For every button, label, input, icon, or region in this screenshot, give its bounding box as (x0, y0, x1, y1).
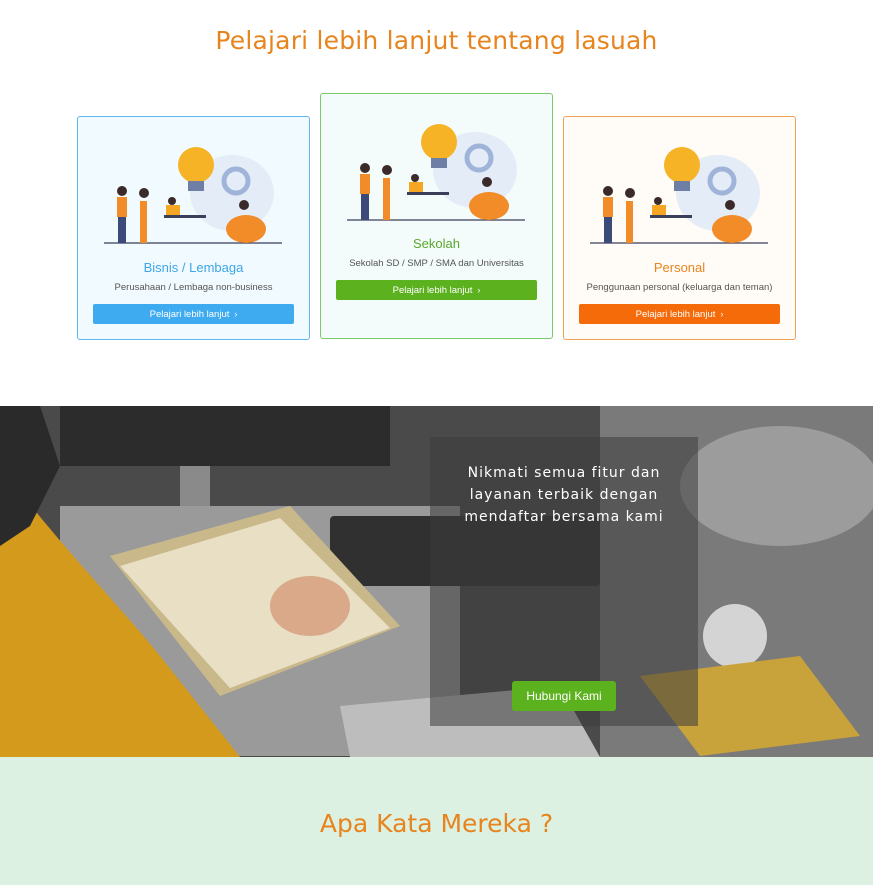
learn-more-button[interactable]: Pelajari lebih lanjut › (579, 304, 780, 324)
chevron-right-icon: › (720, 309, 724, 319)
hero-text: Nikmati semua fitur dan layanan terbaik … (464, 465, 664, 525)
section-heading: Pelajari lebih lanjut tentang lasuah (215, 26, 658, 55)
button-label: Pelajari lebih lanjut (635, 309, 716, 320)
card-subtitle: Penggunaan personal (keluarga dan teman) (586, 282, 773, 293)
testimonials-section: Apa Kata Mereka ? (0, 757, 873, 885)
ideas-illustration (104, 147, 282, 244)
card-subtitle: Perusahaan / Lembaga non-business (114, 282, 273, 293)
card-title: Bisnis / Lembaga (143, 260, 244, 275)
learn-more-button[interactable]: Pelajari lebih lanjut › (336, 280, 537, 300)
card-personal: Personal Penggunaan personal (keluarga d… (563, 116, 796, 340)
ideas-illustration (590, 147, 768, 244)
chevron-right-icon: › (477, 285, 481, 295)
learn-more-button[interactable]: Pelajari lebih lanjut › (93, 304, 294, 324)
ideas-illustration (347, 124, 525, 221)
button-label: Pelajari lebih lanjut (149, 309, 230, 320)
hero-banner: Nikmati semua fitur dan layanan terbaik … (0, 406, 873, 757)
testimonials-title: Apa Kata Mereka ? (319, 809, 554, 838)
contact-us-button[interactable]: Hubungi Kami (512, 681, 616, 711)
card-school: Sekolah Sekolah SD / SMP / SMA dan Unive… (320, 93, 553, 339)
card-title: Sekolah (413, 236, 460, 251)
card-subtitle: Sekolah SD / SMP / SMA dan Universitas (349, 258, 524, 269)
card-business: Bisnis / Lembaga Perusahaan / Lembaga no… (77, 116, 310, 340)
chevron-right-icon: › (234, 309, 238, 319)
card-title: Personal (653, 260, 706, 275)
button-label: Pelajari lebih lanjut (392, 285, 473, 296)
